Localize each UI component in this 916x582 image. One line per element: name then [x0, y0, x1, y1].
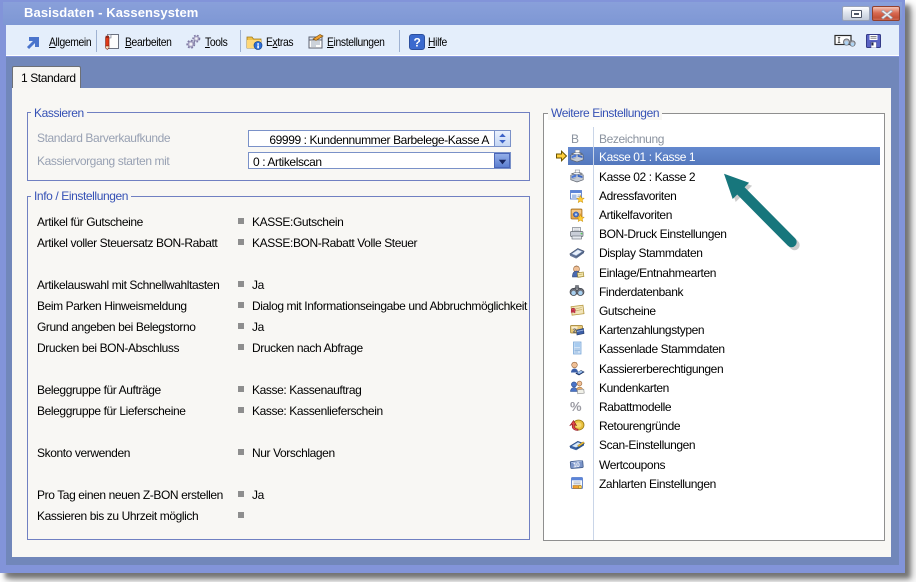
svg-text:2: 2 — [573, 329, 576, 335]
svg-text:%: % — [570, 399, 582, 414]
svg-text:?: ? — [414, 36, 421, 50]
